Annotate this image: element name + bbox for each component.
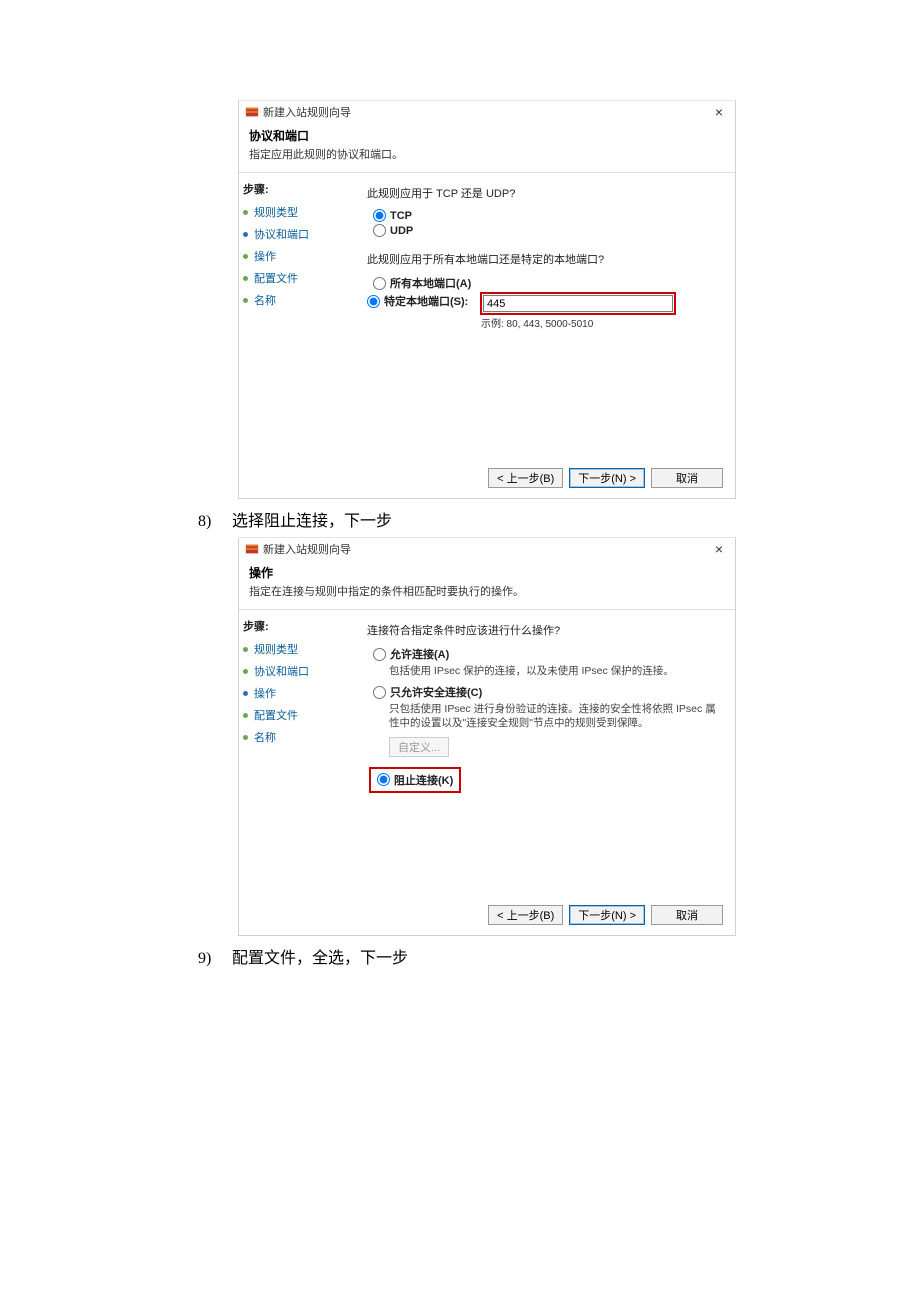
sidebar-item-label: 名称 — [254, 292, 276, 308]
steps-label: 步骤: — [243, 181, 353, 197]
sidebar-item-name[interactable]: 名称 — [241, 289, 353, 311]
radio-udp[interactable] — [373, 224, 386, 237]
next-button[interactable]: 下一步(N) > — [569, 468, 645, 488]
question-ports: 此规则应用于所有本地端口还是特定的本地端口? — [367, 251, 721, 267]
main-panel: 连接符合指定条件时应该进行什么操作? 允许连接(A) 包括使用 IPsec 保护… — [357, 610, 735, 897]
sidebar-item-rule-type[interactable]: 规则类型 — [241, 201, 353, 223]
radio-tcp[interactable] — [373, 209, 386, 222]
main-panel: 此规则应用于 TCP 还是 UDP? TCP UDP 此规则应用于所有本地端口还… — [357, 173, 735, 460]
caption-text: 选择阻止连接，下一步 — [232, 513, 392, 530]
page-title: 操作 — [249, 564, 725, 581]
radio-secure-label[interactable]: 只允许安全连接(C) — [390, 684, 482, 700]
block-highlight: 阻止连接(K) — [369, 767, 461, 793]
sidebar-item-profile[interactable]: 配置文件 — [241, 704, 353, 726]
dialog-footer: < 上一步(B) 下一步(N) > 取消 — [239, 460, 735, 498]
page-title: 协议和端口 — [249, 127, 725, 144]
port-highlight — [481, 293, 675, 314]
dialog-footer: < 上一步(B) 下一步(N) > 取消 — [239, 897, 735, 935]
sidebar-item-label: 操作 — [254, 248, 276, 264]
sidebar-item-label: 配置文件 — [254, 707, 298, 723]
caption-number: 8) — [198, 513, 228, 531]
firewall-icon — [245, 542, 259, 556]
wizard-dialog-protocol: 新建入站规则向导 × 协议和端口 指定应用此规则的协议和端口。 步骤: 规则类型… — [238, 100, 736, 499]
sidebar-item-protocol-port[interactable]: 协议和端口 — [241, 660, 353, 682]
titlebar: 新建入站规则向导 × — [239, 101, 735, 123]
secure-desc: 只包括使用 IPsec 进行身份验证的连接。连接的安全性将依照 IPsec 属性… — [389, 702, 721, 730]
sidebar-item-label: 协议和端口 — [254, 663, 309, 679]
sidebar-item-profile[interactable]: 配置文件 — [241, 267, 353, 289]
header-block: 协议和端口 指定应用此规则的协议和端口。 — [239, 123, 735, 173]
page-subtitle: 指定在连接与规则中指定的条件相匹配时要执行的操作。 — [249, 583, 725, 599]
sidebar-item-action[interactable]: 操作 — [241, 682, 353, 704]
caption-number: 9) — [198, 950, 228, 968]
sidebar-item-label: 协议和端口 — [254, 226, 309, 242]
back-button[interactable]: < 上一步(B) — [488, 468, 563, 488]
caption-8: 8) 选择阻止连接，下一步 — [0, 499, 920, 537]
radio-allow[interactable] — [373, 648, 386, 661]
allow-desc: 包括使用 IPsec 保护的连接，以及未使用 IPsec 保护的连接。 — [389, 664, 721, 678]
close-icon[interactable]: × — [707, 541, 731, 557]
radio-allow-label[interactable]: 允许连接(A) — [390, 646, 449, 662]
radio-tcp-label[interactable]: TCP — [390, 210, 412, 222]
window-title: 新建入站规则向导 — [263, 104, 351, 120]
radio-all-ports-label[interactable]: 所有本地端口(A) — [390, 275, 471, 291]
titlebar: 新建入站规则向导 × — [239, 538, 735, 560]
sidebar-item-name[interactable]: 名称 — [241, 726, 353, 748]
radio-udp-label[interactable]: UDP — [390, 225, 413, 237]
firewall-icon — [245, 105, 259, 119]
sidebar-item-label: 操作 — [254, 685, 276, 701]
radio-all-ports-row: 所有本地端口(A) — [373, 275, 721, 291]
window-title: 新建入站规则向导 — [263, 541, 351, 557]
radio-block-label[interactable]: 阻止连接(K) — [394, 772, 453, 788]
sidebar-item-label: 规则类型 — [254, 204, 298, 220]
sidebar-item-label: 配置文件 — [254, 270, 298, 286]
radio-block[interactable] — [377, 773, 390, 786]
sidebar-item-rule-type[interactable]: 规则类型 — [241, 638, 353, 660]
caption-9: 9) 配置文件，全选，下一步 — [0, 936, 920, 974]
cancel-button[interactable]: 取消 — [651, 905, 723, 925]
sidebar-item-protocol-port[interactable]: 协议和端口 — [241, 223, 353, 245]
wizard-sidebar: 步骤: 规则类型 协议和端口 操作 配置文件 名称 — [239, 173, 357, 460]
radio-secure[interactable] — [373, 686, 386, 699]
radio-specific-ports-label[interactable]: 特定本地端口(S): — [384, 293, 468, 309]
radio-tcp-row: TCP — [373, 209, 721, 222]
next-button[interactable]: 下一步(N) > — [569, 905, 645, 925]
port-hint: 示例: 80, 443, 5000-5010 — [481, 315, 675, 330]
question-action: 连接符合指定条件时应该进行什么操作? — [367, 622, 721, 638]
cancel-button[interactable]: 取消 — [651, 468, 723, 488]
wizard-dialog-action: 新建入站规则向导 × 操作 指定在连接与规则中指定的条件相匹配时要执行的操作。 … — [238, 537, 736, 936]
customize-button: 自定义... — [389, 737, 449, 757]
back-button[interactable]: < 上一步(B) — [488, 905, 563, 925]
specific-port-input[interactable] — [483, 295, 673, 312]
radio-all-ports[interactable] — [373, 277, 386, 290]
header-block: 操作 指定在连接与规则中指定的条件相匹配时要执行的操作。 — [239, 560, 735, 610]
close-icon[interactable]: × — [707, 104, 731, 120]
page-subtitle: 指定应用此规则的协议和端口。 — [249, 146, 725, 162]
radio-udp-row: UDP — [373, 224, 721, 237]
sidebar-item-label: 规则类型 — [254, 641, 298, 657]
caption-text: 配置文件，全选，下一步 — [232, 950, 408, 967]
radio-specific-ports[interactable] — [367, 295, 380, 308]
steps-label: 步骤: — [243, 618, 353, 634]
question-protocol: 此规则应用于 TCP 还是 UDP? — [367, 185, 721, 201]
wizard-sidebar: 步骤: 规则类型 协议和端口 操作 配置文件 名称 — [239, 610, 357, 897]
sidebar-item-label: 名称 — [254, 729, 276, 745]
sidebar-item-action[interactable]: 操作 — [241, 245, 353, 267]
